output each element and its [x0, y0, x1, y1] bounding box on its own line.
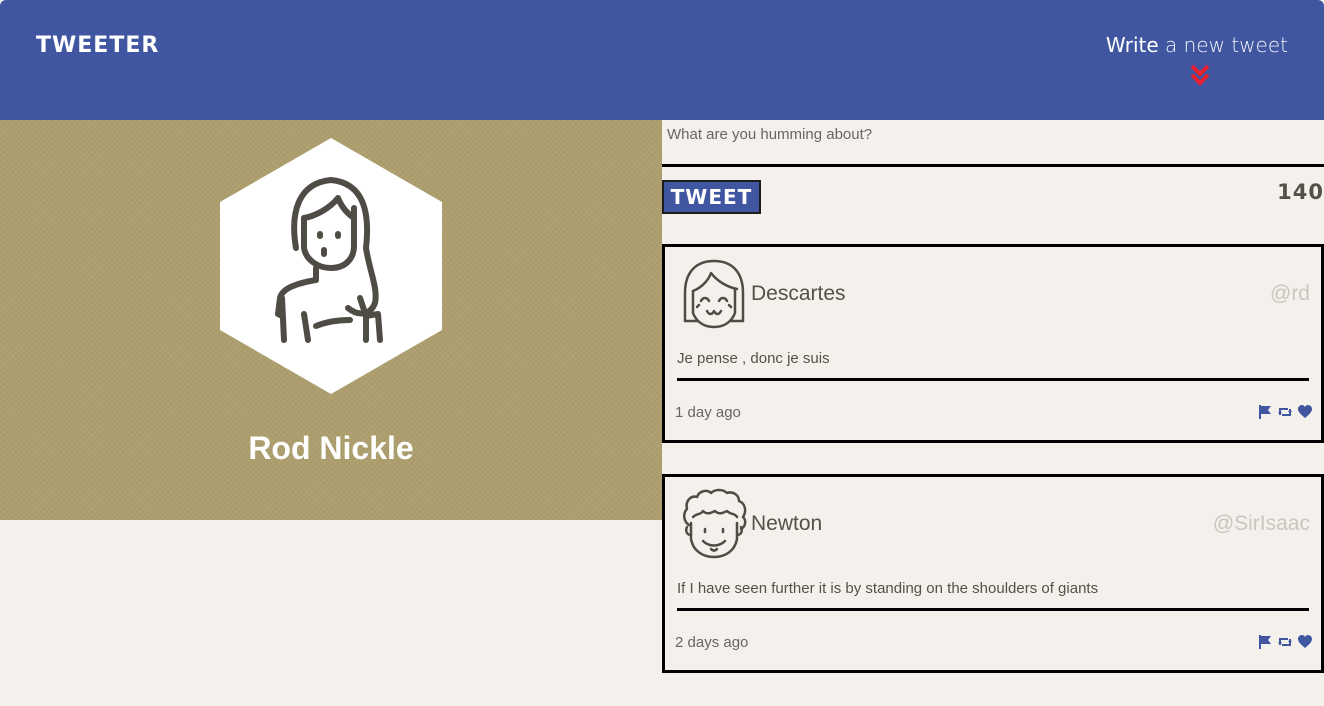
compose-toggle-label: Write a new tweet [1106, 33, 1288, 57]
tweet-author-name[interactable]: Newton [751, 512, 822, 536]
profile-avatar [220, 138, 442, 394]
character-counter: 140 [1277, 180, 1324, 204]
heart-icon[interactable] [1297, 404, 1313, 420]
compose-toggle-button[interactable]: Write a new tweet [1068, 33, 1288, 93]
tweet-timestamp: 2 days ago [675, 634, 749, 651]
tweet-divider [677, 378, 1309, 381]
top-navbar: TWEETER Write a new tweet [0, 0, 1324, 120]
tweet-card: Newton @SirIsaac If I have seen further … [662, 474, 1324, 673]
tweet-author-handle[interactable]: @SirIsaac [1213, 512, 1310, 536]
tweet-actions [1257, 404, 1313, 420]
profile-name: Rod Nickle [248, 430, 414, 466]
tweet-actions [1257, 634, 1313, 650]
tweet-divider [677, 608, 1309, 611]
flag-icon[interactable] [1257, 404, 1273, 420]
tweet-timestamp: 1 day ago [675, 404, 741, 421]
tweet-author-handle[interactable]: @rd [1270, 282, 1310, 306]
tweet-content: Je pense , donc je suis [677, 350, 830, 367]
compose-toggle-rest: a new tweet [1158, 33, 1288, 57]
flag-icon[interactable] [1257, 634, 1273, 650]
tweet-card: Descartes @rd Je pense , donc je suis 1 … [662, 244, 1324, 443]
heart-icon[interactable] [1297, 634, 1313, 650]
tweet-submit-button[interactable]: TWEET [662, 180, 761, 214]
retweet-icon[interactable] [1277, 404, 1293, 420]
tweet-text-input[interactable] [662, 120, 1324, 167]
tweet-content: If I have seen further it is by standing… [677, 580, 1099, 597]
tweet-author-name[interactable]: Descartes [751, 282, 846, 306]
compose-toggle-bold: Write [1105, 33, 1159, 57]
compose-tweet-form: TWEET 140 [662, 120, 1324, 240]
brand-logo[interactable]: TWEETER [36, 33, 159, 58]
curly-hair-avatar-icon [683, 488, 747, 559]
retweet-icon[interactable] [1277, 634, 1293, 650]
profile-panel: Rod Nickle [0, 120, 662, 520]
double-chevron-down-icon [1190, 64, 1210, 86]
girl-avatar-icon [683, 259, 745, 329]
